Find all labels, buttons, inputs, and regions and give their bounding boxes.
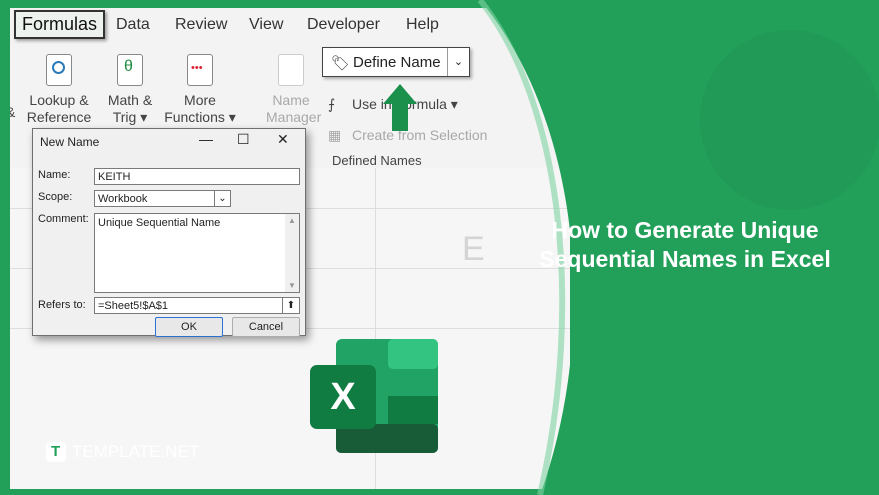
- excel-x-letter: X: [330, 376, 356, 418]
- template-logo-icon: [46, 442, 66, 462]
- headline-line-1: How to Generate Unique: [551, 217, 819, 243]
- dot-pattern: [700, 30, 879, 210]
- promo-headline: How to Generate Unique Sequential Names …: [500, 216, 870, 274]
- excel-logo-icon: X: [310, 339, 438, 453]
- headline-line-2: Sequential Names in Excel: [539, 246, 831, 272]
- excel-logo: X: [310, 337, 440, 455]
- excel-cell-light: [388, 339, 438, 369]
- brand-name: TEMPLATE.NET: [72, 442, 200, 461]
- excel-cell-dark: [388, 396, 438, 424]
